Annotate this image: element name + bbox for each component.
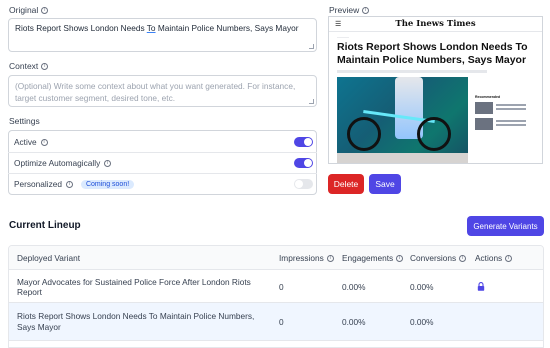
- context-placeholder: (Optional) Write some context about what…: [15, 81, 296, 103]
- toggle-knob: [304, 138, 312, 146]
- settings-label: Settings: [9, 116, 40, 126]
- context-textarea[interactable]: (Optional) Write some context about what…: [8, 75, 317, 107]
- info-icon[interactable]: i: [326, 254, 334, 262]
- col-actions: Actions i: [475, 246, 513, 270]
- active-toggle[interactable]: [294, 137, 313, 147]
- table-header: Deployed Variant Impressions i Engagemen…: [9, 246, 543, 270]
- impressions-cell: 0: [279, 281, 284, 292]
- col-impressions: Impressions i: [279, 246, 334, 270]
- bike-wheel: [417, 117, 451, 151]
- preview-article-title: Riots Report Shows London Needs To Maint…: [337, 41, 528, 66]
- sidebar-thumb: [475, 118, 493, 130]
- info-icon[interactable]: i: [396, 254, 404, 262]
- preview-breadcrumb: ————: [337, 35, 349, 39]
- lineup-title: Current Lineup: [9, 220, 81, 231]
- context-label: Context i: [9, 61, 49, 71]
- sidebar-text: [496, 120, 526, 122]
- save-button[interactable]: Save: [369, 174, 401, 194]
- resize-handle[interactable]: [309, 99, 314, 104]
- bike-wheel: [347, 117, 381, 151]
- toggle-knob: [304, 159, 312, 167]
- preview-sidebar-heading: Recommended: [475, 95, 501, 99]
- sidebar-thumb: [475, 102, 493, 114]
- sidebar-text: [496, 108, 526, 110]
- info-icon[interactable]: i: [459, 254, 467, 262]
- coming-soon-badge: Coming soon!: [80, 179, 135, 189]
- info-icon[interactable]: i: [41, 62, 49, 70]
- table-row: Riots Report Shows London Needs To Maint…: [9, 303, 543, 341]
- info-icon[interactable]: i: [40, 138, 48, 146]
- info-icon[interactable]: i: [41, 6, 49, 14]
- delete-button[interactable]: Delete: [328, 174, 364, 194]
- engagements-cell: 0.00%: [342, 317, 366, 327]
- sidebar-text: [496, 124, 526, 126]
- personalized-toggle[interactable]: [294, 179, 313, 189]
- lineup-table: Deployed Variant Impressions i Engagemen…: [8, 245, 544, 348]
- conversions-cell: 0.00%: [410, 281, 434, 292]
- col-engagements: Engagements i: [342, 246, 404, 270]
- preview-header: ☰ The Inews Times: [329, 17, 542, 32]
- generate-variants-button[interactable]: Generate Variants: [467, 216, 544, 236]
- engagements-cell: 0.00%: [342, 281, 366, 292]
- preview-article-image: [337, 77, 468, 163]
- original-text: Riots Report Shows London Needs To Maint…: [15, 23, 299, 33]
- impressions-cell: 0: [279, 317, 284, 327]
- optimize-toggle[interactable]: [294, 158, 313, 168]
- ground: [337, 153, 468, 163]
- original-textarea[interactable]: Riots Report Shows London Needs To Maint…: [8, 18, 317, 52]
- info-icon[interactable]: i: [505, 254, 513, 262]
- preview-meta: [337, 70, 487, 73]
- setting-personalized: Personalized i Coming soon!: [8, 174, 317, 194]
- lock-icon[interactable]: [477, 282, 485, 291]
- setting-active: Active i: [8, 132, 317, 152]
- conversions-cell: 0.00%: [410, 317, 434, 327]
- preview-label: Preview i: [329, 5, 370, 15]
- col-deployed-variant: Deployed Variant: [17, 253, 81, 263]
- variant-cell: Mayor Advocates for Sustained Police For…: [17, 276, 251, 297]
- col-conversions: Conversions i: [410, 246, 467, 270]
- info-icon[interactable]: i: [104, 159, 112, 167]
- original-label: Original i: [9, 5, 49, 15]
- resize-handle[interactable]: [309, 44, 314, 49]
- info-icon[interactable]: i: [362, 6, 370, 14]
- preview-brand: The Inews Times: [395, 19, 476, 29]
- info-icon[interactable]: i: [65, 180, 73, 188]
- sidebar-text: [496, 104, 526, 106]
- variant-cell: Riots Report Shows London Needs To Maint…: [17, 311, 255, 332]
- preview-frame: ☰ The Inews Times ———— Riots Report Show…: [328, 16, 543, 164]
- toggle-knob: [295, 180, 303, 188]
- setting-optimize: Optimize Automagically i: [8, 153, 317, 173]
- table-row: Mayor Advocates for Sustained Police For…: [9, 270, 543, 303]
